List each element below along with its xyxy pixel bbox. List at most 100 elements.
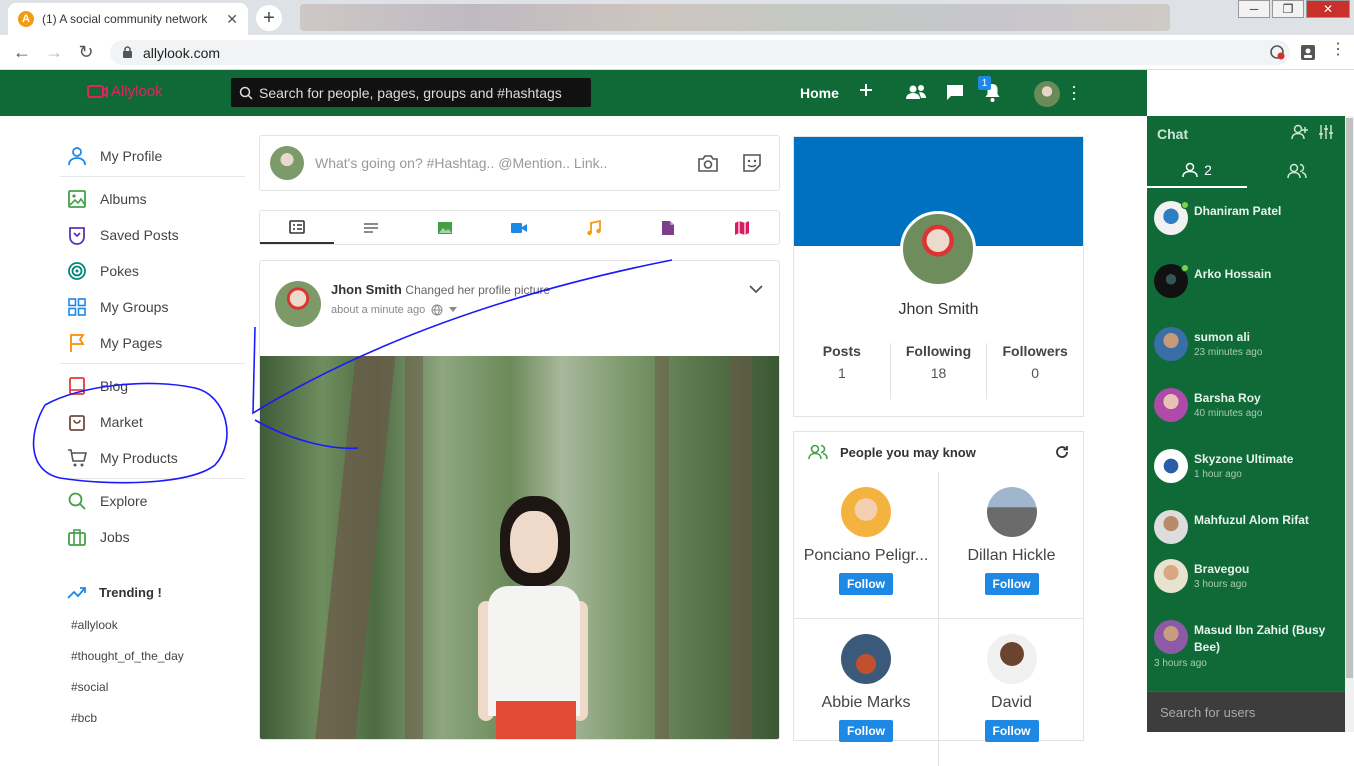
chat-user[interactable]: Arko Hossain	[1154, 264, 1349, 320]
browser-tab[interactable]: A (1) A social community network ✕	[8, 3, 248, 35]
tab-files[interactable]	[631, 211, 705, 244]
lock-icon	[122, 46, 133, 59]
sidebar-item-explore[interactable]: Explore	[60, 483, 245, 519]
follow-button[interactable]: Follow	[984, 573, 1039, 595]
chevron-down-icon[interactable]	[749, 285, 763, 294]
user-avatar[interactable]	[1034, 81, 1060, 107]
sidebar-item-my-profile[interactable]: My Profile	[60, 138, 245, 174]
hashtag-link[interactable]: #thought_of_the_day	[71, 649, 184, 663]
stat-posts[interactable]: Posts 1	[794, 343, 891, 399]
hashtag-link[interactable]: #social	[71, 680, 108, 694]
add-icon[interactable]	[858, 82, 874, 98]
background-tabs[interactable]	[300, 4, 1170, 31]
hashtag-link[interactable]: #bcb	[71, 711, 97, 725]
chat-user[interactable]: Bravegou 3 hours ago	[1154, 559, 1349, 615]
person-name[interactable]: David	[939, 694, 1084, 712]
tab-photos[interactable]	[408, 211, 482, 244]
sidebar-item-market[interactable]: Market	[60, 404, 245, 440]
chat-user[interactable]: sumon ali 23 minutes ago	[1154, 327, 1349, 383]
person-name[interactable]: Ponciano Peligr...	[794, 547, 938, 565]
more-dots-icon[interactable]: · · ·	[1071, 77, 1077, 107]
search-input[interactable]	[259, 84, 579, 101]
person-name[interactable]: Abbie Marks	[794, 694, 938, 712]
chat-search[interactable]	[1147, 691, 1347, 732]
blocked-icon[interactable]	[1268, 43, 1286, 61]
sidebar-item-label: My Products	[100, 450, 178, 466]
menu-dots-icon[interactable]: ⋮	[1330, 42, 1346, 61]
grid-icon	[68, 298, 86, 316]
follow-button[interactable]: Follow	[839, 720, 893, 742]
people-title: People you may know	[840, 444, 976, 460]
url-field[interactable]: allylook.com	[110, 40, 1290, 65]
list-check-icon	[289, 219, 305, 234]
chat-user-avatar	[1154, 510, 1188, 544]
window-close-icon[interactable]: ✕	[1306, 0, 1350, 18]
sidebar-item-my-pages[interactable]: My Pages	[60, 325, 245, 361]
sidebar-item-my-products[interactable]: My Products	[60, 440, 245, 476]
stat-following[interactable]: Following 18	[891, 343, 988, 399]
person-name[interactable]: Dillan Hickle	[939, 547, 1084, 565]
add-user-icon[interactable]	[1291, 124, 1309, 140]
sidebar-item-jobs[interactable]: Jobs	[60, 519, 245, 555]
messages-icon[interactable]	[946, 83, 964, 101]
person-avatar[interactable]	[986, 634, 1037, 684]
caret-down-icon[interactable]	[449, 307, 458, 313]
tab-music[interactable]	[557, 211, 631, 244]
sidebar-item-saved-posts[interactable]: Saved Posts	[60, 217, 245, 253]
tab-close-icon[interactable]: ✕	[226, 11, 238, 28]
page-scrollbar[interactable]	[1345, 116, 1354, 732]
reload-icon[interactable]: ↻	[70, 42, 102, 63]
header-search[interactable]	[231, 78, 591, 107]
forward-icon[interactable]: →	[38, 42, 70, 63]
chat-user[interactable]: Mahfuzul Alom Rifat	[1154, 510, 1349, 566]
sidebar-item-blog[interactable]: Blog	[60, 368, 245, 404]
composer-placeholder[interactable]: What's going on? #Hashtag.. @Mention.. L…	[315, 155, 607, 171]
back-icon[interactable]: ←	[6, 42, 38, 63]
refresh-icon[interactable]	[1055, 445, 1069, 459]
stat-followers[interactable]: Followers 0	[987, 343, 1083, 399]
sticker-icon[interactable]	[742, 153, 762, 173]
profile-name[interactable]: Jhon Smith	[794, 301, 1083, 319]
chat-search-input[interactable]	[1160, 704, 1340, 720]
post-author-avatar[interactable]	[275, 281, 321, 327]
post-composer[interactable]: What's going on? #Hashtag.. @Mention.. L…	[259, 135, 780, 191]
chat-user[interactable]: Skyzone Ultimate 1 hour ago	[1154, 449, 1349, 505]
chat-user[interactable]: Masud Ibn Zahid (Busy Bee) 3 hours ago	[1154, 620, 1349, 680]
sidebar-item-my-groups[interactable]: My Groups	[60, 289, 245, 325]
friends-icon[interactable]	[906, 83, 928, 101]
sidebar-item-pokes[interactable]: Pokes	[60, 253, 245, 289]
chat-user[interactable]: Barsha Roy 40 minutes ago	[1154, 388, 1349, 444]
logo[interactable]: Allylook	[86, 82, 163, 100]
post-author-name[interactable]: Jhon Smith	[331, 282, 402, 297]
profile-icon[interactable]	[1300, 43, 1316, 61]
camera-icon[interactable]	[697, 153, 719, 173]
person-avatar[interactable]	[986, 487, 1037, 537]
minimize-icon[interactable]: ─	[1238, 0, 1270, 18]
profile-avatar[interactable]	[900, 211, 976, 287]
home-link[interactable]: Home	[800, 85, 839, 101]
maximize-icon[interactable]: ❐	[1272, 0, 1304, 18]
tab-feed[interactable]	[260, 211, 335, 244]
post-photo[interactable]	[260, 356, 779, 739]
sidebar-item-albums[interactable]: Albums	[60, 181, 245, 217]
chat-user-name: Masud Ibn Zahid (Busy Bee)	[1194, 623, 1326, 654]
person-avatar[interactable]	[841, 634, 891, 684]
scrollbar-thumb[interactable]	[1346, 118, 1353, 678]
tab-text[interactable]	[334, 211, 408, 244]
sidebar-item-label: Jobs	[100, 529, 130, 545]
chat-user[interactable]: Dhaniram Patel	[1154, 201, 1349, 257]
post-time[interactable]: about a minute ago	[331, 304, 425, 316]
tab-map[interactable]	[705, 211, 779, 244]
tab-online-users[interactable]: 2	[1147, 154, 1247, 188]
sidebar-item-label: Pokes	[100, 263, 139, 279]
follow-button[interactable]: Follow	[839, 573, 893, 595]
tab-groups[interactable]	[1247, 154, 1347, 188]
notification-badge: 1	[978, 76, 991, 90]
video-icon	[511, 222, 528, 233]
follow-button[interactable]: Follow	[984, 720, 1039, 742]
person-avatar[interactable]	[841, 487, 891, 537]
hashtag-link[interactable]: #allylook	[71, 618, 118, 632]
new-tab-button[interactable]: +	[256, 5, 282, 31]
settings-sliders-icon[interactable]	[1318, 124, 1334, 140]
tab-video[interactable]	[482, 211, 556, 244]
